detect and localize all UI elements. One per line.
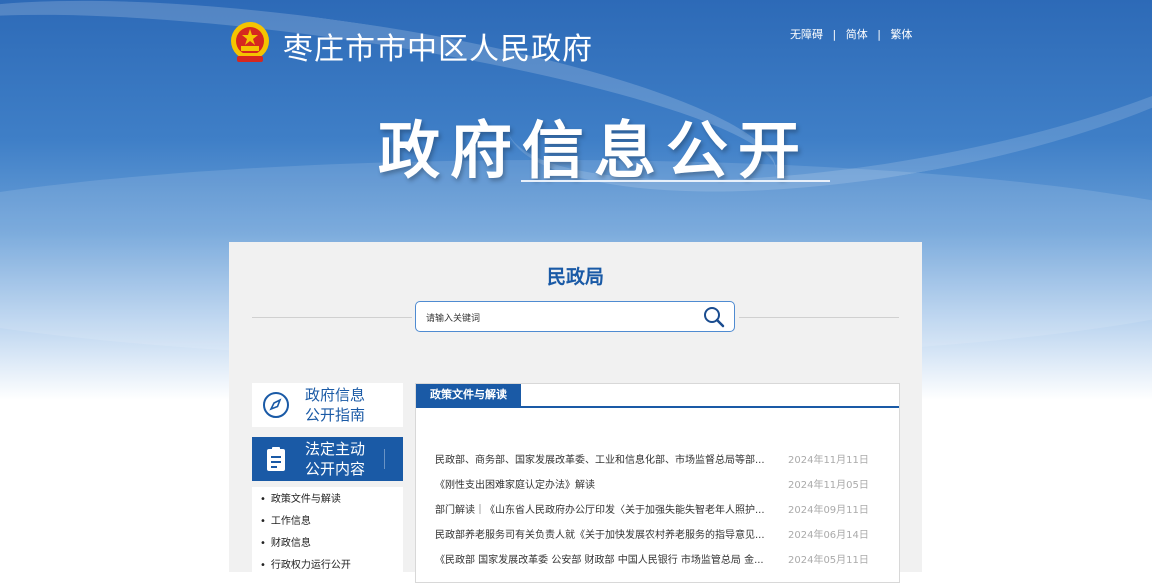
list-item[interactable]: 《民政部 国家发展改革委 公安部 财政部 中国人民银行 市场监管总局 金... … [435, 551, 885, 567]
content-label-line2: 公开内容 [305, 460, 366, 478]
list-item-date: 2024年05月11日 [788, 555, 869, 566]
list-item[interactable]: 民政部养老服务司有关负责人就《关于加快发展农村养老服务的指导意见... 2024… [435, 526, 885, 542]
list-item-title[interactable]: 《民政部 国家发展改革委 公安部 财政部 中国人民银行 市场监管总局 金... [435, 551, 775, 566]
guide-label-line2: 公开指南 [305, 406, 366, 424]
list-item-date: 2024年06月14日 [788, 530, 869, 541]
separator: | [832, 28, 837, 41]
sidebar-sub-item[interactable]: 行政权力运行公开 [260, 556, 351, 571]
content-panel: 民政局 请输入关键词 政府信息 公开指南 法定主动 公开内容 • 政策文件与解读… [229, 242, 922, 583]
divider [252, 317, 412, 318]
content-label-line1: 法定主动 [305, 440, 366, 458]
accessibility-link[interactable]: 无障碍 [790, 26, 823, 42]
title-underline [521, 180, 830, 182]
sidebar-sub-item[interactable]: 工作信息 [260, 512, 311, 527]
sidebar-item-label: 政府信息 公开指南 [305, 385, 365, 425]
list-item-title[interactable]: 民政部、商务部、国家发展改革委、工业和信息化部、市场监督总局等部... [435, 451, 775, 466]
list-item-title[interactable]: 《刚性支出困难家庭认定办法》解读 [435, 476, 775, 491]
list-item-date: 2024年11月11日 [788, 455, 869, 466]
divider [384, 449, 385, 469]
sidebar-sub-list: 政策文件与解读 工作信息 财政信息 行政权力运行公开 [252, 487, 403, 577]
search-icon[interactable] [702, 305, 726, 329]
search-input[interactable]: 请输入关键词 [426, 311, 480, 324]
sidebar-sub-item[interactable]: 财政信息 [260, 534, 311, 549]
tab-policy-documents[interactable]: 政策文件与解读 [416, 384, 521, 406]
list-item-date: 2024年09月11日 [788, 505, 869, 516]
site-title[interactable]: 枣庄市市中区人民政府 [283, 24, 593, 68]
list-item-title[interactable]: 民政部养老服务司有关负责人就《关于加快发展农村养老服务的指导意见... [435, 526, 775, 541]
simplified-chinese-link[interactable]: 简体 [846, 26, 868, 42]
sidebar-sub-item[interactable]: 政策文件与解读 [260, 490, 341, 505]
list-item-title[interactable]: 部门解读｜《山东省人民政府办公厅印发〈关于加强失能失智老年人照护... [435, 501, 775, 516]
sidebar-item-guide[interactable]: 政府信息 公开指南 [252, 383, 403, 427]
sidebar-item-label: 法定主动 公开内容 [305, 439, 365, 479]
tab-bar: 政策文件与解读 [416, 384, 899, 408]
list-item[interactable]: 《刚性支出困难家庭认定办法》解读 2024年11月05日 [435, 476, 885, 492]
separator: | [877, 28, 881, 41]
banner-title: 政府信息公开 [378, 114, 811, 187]
department-title: 民政局 [546, 266, 604, 288]
traditional-chinese-link[interactable]: 繁体 [890, 26, 912, 42]
list-item-date: 2024年11月05日 [788, 480, 869, 491]
national-emblem-icon[interactable] [229, 20, 271, 66]
search-box[interactable]: 请输入关键词 [415, 301, 735, 332]
policy-list-panel: 政策文件与解读 民政部、商务部、国家发展改革委、工业和信息化部、市场监督总局等部… [415, 383, 900, 583]
guide-label-line1: 政府信息 [305, 386, 366, 404]
list-item[interactable]: 部门解读｜《山东省人民政府办公厅印发〈关于加强失能失智老年人照护... 2024… [435, 501, 885, 517]
compass-icon [263, 392, 289, 418]
sidebar-item-mandatory-disclosure[interactable]: 法定主动 公开内容 [252, 437, 403, 481]
clipboard-icon [267, 447, 285, 471]
language-links: 无障碍 | 简体 | 繁体 [790, 26, 912, 42]
divider [739, 317, 899, 318]
list-item[interactable]: 民政部、商务部、国家发展改革委、工业和信息化部、市场监督总局等部... 2024… [435, 451, 885, 467]
